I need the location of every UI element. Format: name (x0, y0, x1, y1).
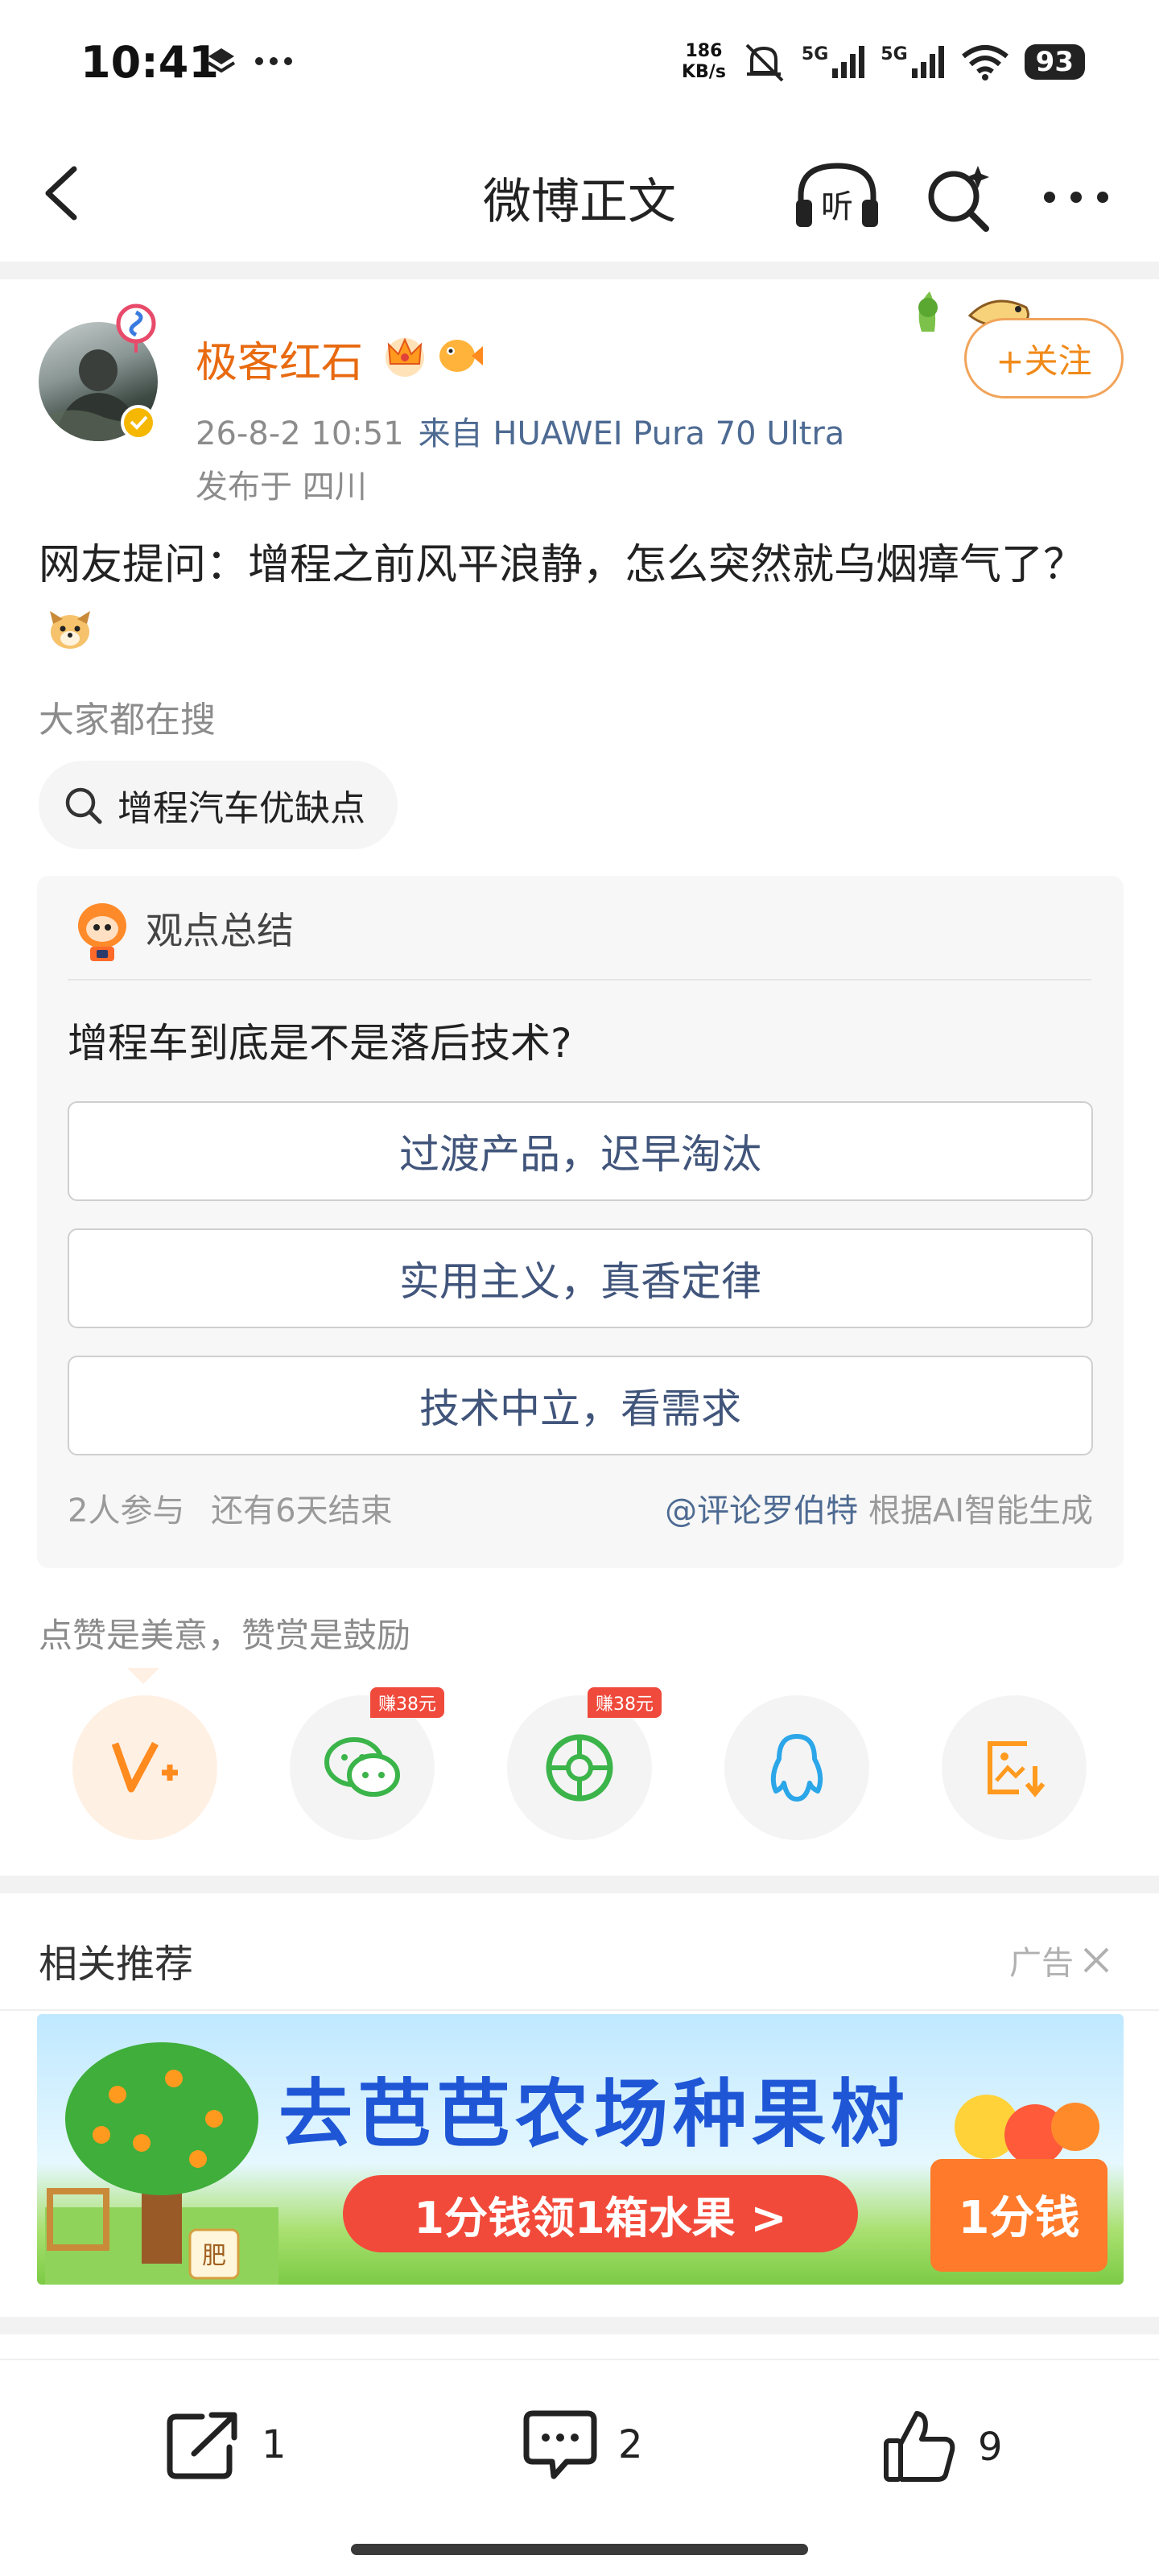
signal-bars-icon (911, 46, 944, 78)
poll-card: 观点总结 增程车到底是不是落后技术? 过渡产品，迟早淘汰 实用主义，真香定律 技… (37, 876, 1124, 1568)
reward-v-button[interactable] (72, 1695, 217, 1840)
net-speed-unit: KB/s (681, 62, 726, 82)
post-location: 发布于 四川 (196, 469, 367, 506)
post-body: 网友提问：增程之前风平浪静，怎么突然就乌烟瘴气了？ (39, 531, 1125, 667)
earn-badge: 赚38元 (370, 1687, 444, 1718)
section-divider (0, 2317, 1159, 2334)
author-name[interactable]: 极客红石 (196, 328, 363, 389)
layers-icon (207, 48, 236, 73)
repost-count: 1 (262, 2422, 287, 2467)
post-date: 26-8-2 10:51 (196, 415, 404, 452)
comment-bubble-icon (523, 2410, 597, 2479)
headphones-listen-icon[interactable]: 听 (793, 159, 881, 232)
poll-option[interactable]: 实用主义，真香定律 (68, 1228, 1093, 1328)
signal-bars-icon (832, 46, 865, 78)
crown-member-icon (386, 337, 424, 377)
poll-header-title: 观点总结 (146, 909, 294, 952)
search-suggestion-chip[interactable]: 增程汽车优缺点 (39, 761, 398, 849)
related-divider (0, 2009, 1159, 2011)
poll-generated-by: 根据AI智能生成 (868, 1492, 1093, 1530)
net-speed-value: 186 (685, 41, 723, 61)
section-divider (0, 1876, 1159, 1893)
search-hint: 大家都在搜 (39, 700, 216, 741)
dog-emoji-icon (50, 611, 90, 649)
poll-mention-link[interactable]: @评论罗伯特 (665, 1492, 858, 1530)
search-chip-label: 增程汽车优缺点 (118, 788, 365, 829)
more-options-icon[interactable] (1038, 173, 1115, 221)
poll-option[interactable]: 技术中立，看需求 (68, 1356, 1093, 1455)
section-divider (0, 262, 1159, 279)
like-button[interactable]: 9 (881, 2409, 1003, 2486)
status-right-icons: 186 KB/s 5G 5G 93 (682, 40, 1085, 84)
signal-2: 5G (881, 44, 945, 80)
v-plus-reward-icon (111, 1741, 178, 1793)
robot-mascot-icon (78, 903, 126, 961)
ad-label[interactable]: 广告 (1009, 1937, 1111, 1984)
share-qq-button[interactable] (724, 1695, 869, 1840)
post-source[interactable]: 来自 HUAWEI Pura 70 Ultra (419, 415, 845, 452)
wechat-icon (324, 1737, 400, 1797)
fruit-tree-icon: 肥 (45, 2042, 278, 2285)
poll-divider (68, 979, 1091, 980)
search-icon (65, 787, 102, 824)
poll-attribution: @评论罗伯特 根据AI智能生成 (665, 1484, 1093, 1531)
search-spark-icon[interactable] (922, 161, 994, 233)
home-indicator[interactable] (351, 2544, 808, 2555)
post-text: 网友提问：增程之前风平浪静，怎么突然就乌烟瘴气了？ (39, 541, 1086, 589)
net-speed: 186 KB/s (682, 41, 726, 83)
poll-option[interactable]: 过渡产品，迟早淘汰 (68, 1101, 1093, 1201)
status-time: 10:41 (80, 37, 219, 88)
pointer-arrow-icon (127, 1668, 159, 1684)
signal-1-label: 5G (801, 44, 829, 64)
wifi-icon (961, 45, 1008, 80)
ad-tree-label: 肥 (202, 2242, 226, 2270)
comment-button[interactable]: 2 (522, 2409, 643, 2481)
poll-deadline: 还有6天结束 (211, 1492, 393, 1530)
repost-button[interactable]: 1 (165, 2409, 287, 2481)
like-count: 9 (978, 2425, 1003, 2470)
mute-bell-icon (745, 43, 784, 82)
status-bar: 10:41 186 KB/s 5G 5G 93 (0, 0, 1159, 129)
puffer-fish-badge-icon (439, 340, 483, 372)
ad-headline: 去芭芭农场种果树 (278, 2071, 910, 2157)
poll-stats: 2人参与 还有6天结束 (68, 1484, 393, 1531)
fruit-box-icon: 1分钱 (930, 2095, 1107, 2272)
verified-badge-icon (121, 405, 156, 440)
ad-banner[interactable]: 肥 去芭芭农场种果树 1分钱领1箱水果 > 1分钱 (37, 2014, 1124, 2285)
reward-hint: 点赞是美意，赞赏是鼓励 (39, 1616, 411, 1655)
comment-count: 2 (618, 2422, 643, 2467)
ad-box-label: 1分钱 (959, 2192, 1080, 2244)
poll-question: 增程车到底是不是落后技术? (68, 1020, 572, 1067)
post-meta: 26-8-2 10:51 来自 HUAWEI Pura 70 Ultra (196, 407, 844, 454)
earn-badge: 赚38元 (588, 1687, 662, 1718)
status-left-icons (205, 45, 294, 77)
pendant-lollipop-icon (116, 303, 156, 353)
thumbs-up-icon (884, 2411, 955, 2482)
qq-penguin-icon (770, 1734, 823, 1802)
close-icon[interactable] (1082, 1946, 1111, 1975)
repost-share-icon (167, 2412, 237, 2479)
share-row: 赚38元 赚38元 (0, 1687, 1159, 1843)
signal-1: 5G (802, 44, 866, 80)
ad-cta-button[interactable]: 1分钱领1箱水果 > (343, 2175, 858, 2252)
related-title: 相关推荐 (39, 1942, 194, 1987)
poll-participants: 2人参与 (68, 1492, 185, 1530)
share-wechat-button[interactable]: 赚38元 (290, 1687, 444, 1840)
save-image-button[interactable] (942, 1695, 1087, 1840)
follow-button[interactable]: +关注 (964, 318, 1124, 398)
listen-label: 听 (821, 188, 853, 225)
more-dots-icon (255, 57, 292, 65)
battery-indicator: 93 (1024, 44, 1085, 80)
share-moments-button[interactable]: 赚38元 (507, 1687, 662, 1840)
nav-bar: 微博正文 听 (0, 129, 1159, 262)
moments-shutter-icon (546, 1734, 613, 1802)
image-download-icon (988, 1741, 1046, 1798)
ad-label-text: 广告 (1009, 1945, 1074, 1982)
signal-2-label: 5G (881, 44, 908, 64)
